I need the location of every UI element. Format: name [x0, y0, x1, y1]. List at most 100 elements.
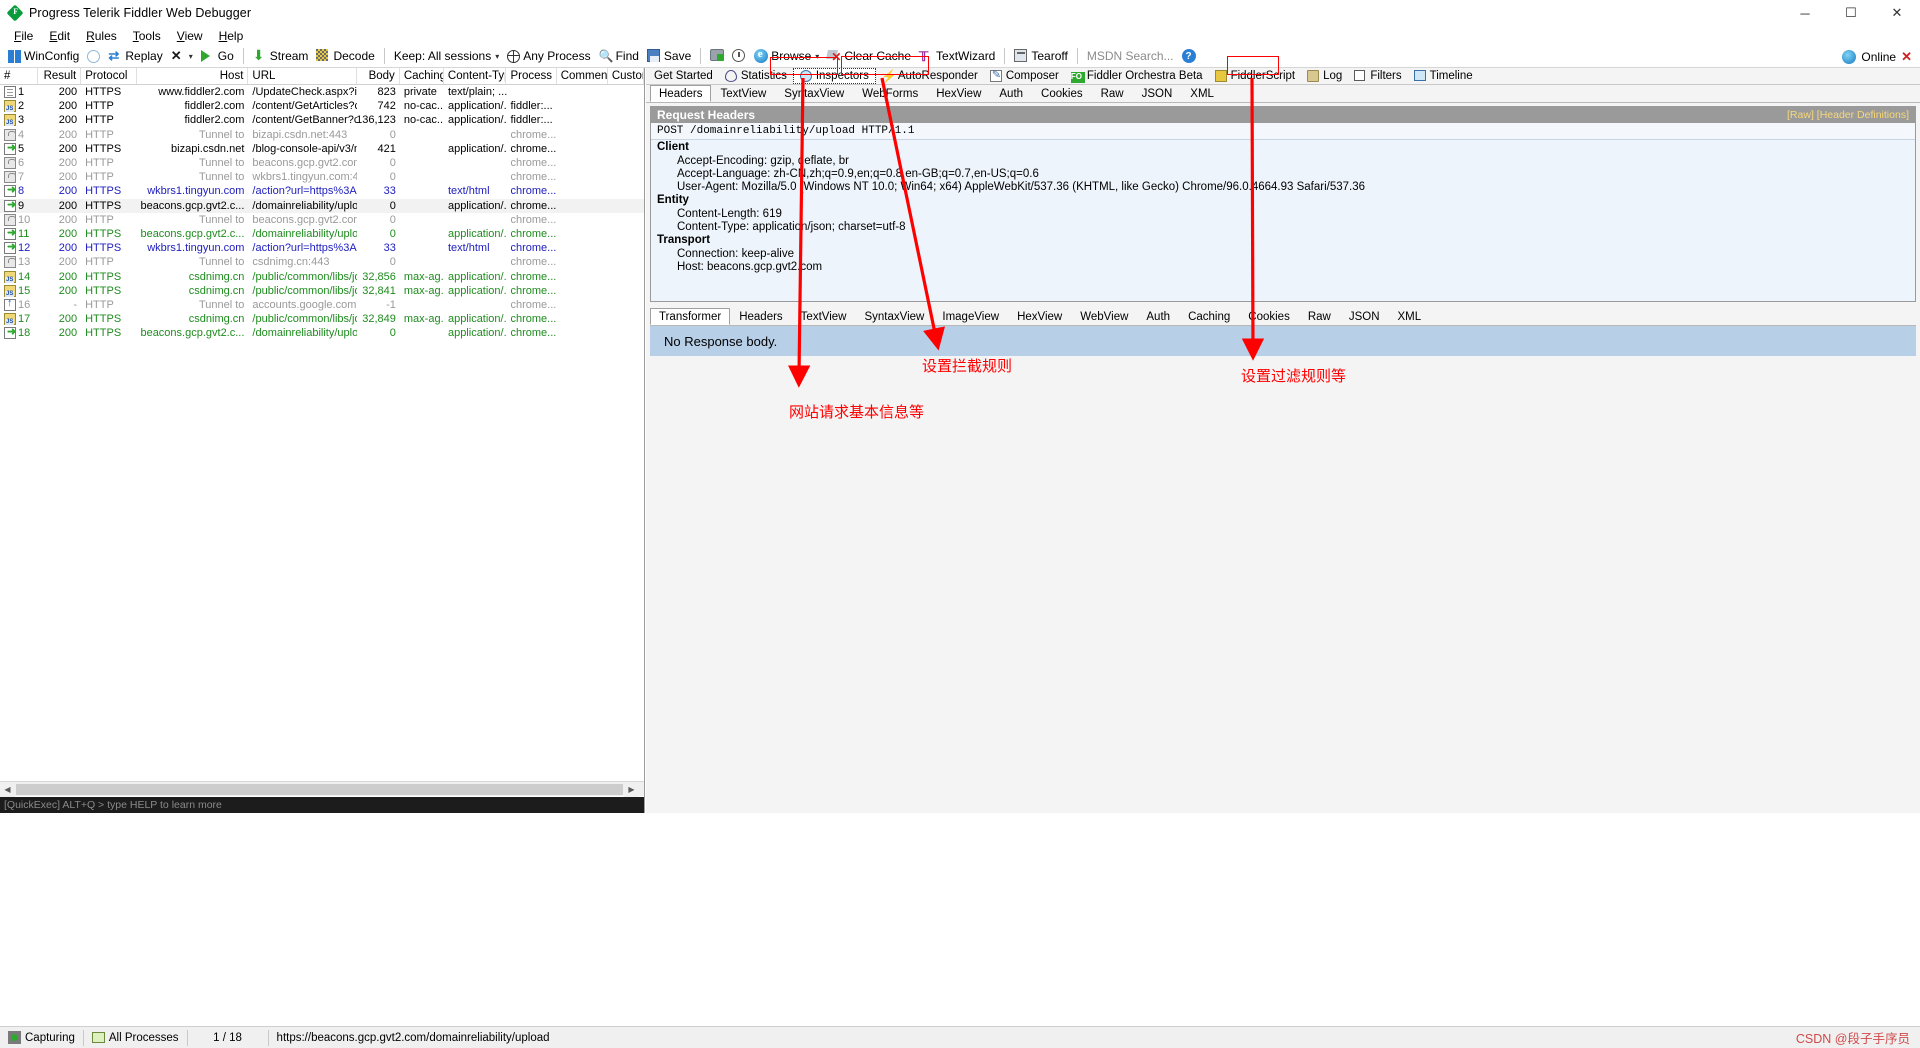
col-header-process[interactable]: Process: [506, 68, 557, 84]
maximize-icon[interactable]: ☐: [1828, 0, 1874, 26]
request-tab-cookies[interactable]: Cookies: [1032, 85, 1092, 102]
winconfig-button[interactable]: WinConfig: [4, 46, 83, 67]
screenshot-button[interactable]: [706, 46, 728, 67]
response-tab-hexview[interactable]: HexView: [1008, 308, 1071, 325]
table-row[interactable]: 4 200 HTTP Tunnel to bizapi.csdn.net:443 0 chr…: [0, 128, 644, 142]
find-button[interactable]: 🔍 Find: [595, 46, 643, 67]
table-row[interactable]: 15 200 HTTPS csdnimg.cn/public/common/libs/…: [0, 284, 644, 298]
response-tab-raw[interactable]: Raw: [1299, 308, 1340, 325]
response-tab-transformer[interactable]: Transformer: [650, 308, 731, 325]
sessions-horizontal-scrollbar[interactable]: ◀ ▶: [0, 781, 644, 797]
request-tab-json[interactable]: JSON: [1133, 85, 1182, 102]
response-tab-caching[interactable]: Caching: [1179, 308, 1239, 325]
col-header-host[interactable]: Host: [137, 68, 249, 84]
remove-button[interactable]: ✕ ▾: [167, 46, 197, 67]
response-tab-imageview[interactable]: ImageView: [933, 308, 1008, 325]
menu-help[interactable]: Help: [211, 27, 252, 45]
col-header-content-type[interactable]: Content-Type: [444, 68, 507, 84]
any-process-button[interactable]: Any Process: [503, 46, 594, 67]
menu-rules[interactable]: Rules: [78, 27, 125, 45]
request-tab-headers[interactable]: Headers: [650, 85, 712, 102]
request-tab-xml[interactable]: XML: [1181, 85, 1223, 102]
tearoff-button[interactable]: Tearoff: [1010, 46, 1071, 67]
request-tab-hexview[interactable]: HexView: [927, 85, 990, 102]
col-header-body[interactable]: Body: [357, 68, 400, 84]
response-tab-textview[interactable]: TextView: [792, 308, 856, 325]
close-icon[interactable]: ✕: [1874, 0, 1920, 26]
replay-button[interactable]: ⇄ Replay: [104, 46, 166, 67]
tab-log[interactable]: Log: [1301, 68, 1349, 84]
table-row[interactable]: 13 200 HTTP Tunnel to csdnimg.cn:443 0 chrome.…: [0, 255, 644, 269]
tab-fiddler-orchestra-beta[interactable]: FO Fiddler Orchestra Beta: [1064, 68, 1209, 84]
response-tab-json[interactable]: JSON: [1340, 308, 1389, 325]
quickexec-box[interactable]: [QuickExec] ALT+Q > type HELP to learn m…: [0, 797, 644, 813]
col-header-result[interactable]: Result: [38, 68, 82, 84]
tab-autoresponder[interactable]: ⚡ AutoResponder: [875, 68, 984, 84]
textwizard-button[interactable]: 𝕋 TextWizard: [915, 46, 999, 67]
scroll-left-icon[interactable]: ◀: [0, 781, 15, 797]
table-row[interactable]: 14 200 HTTPS csdnimg.cn/public/common/libs/…: [0, 269, 644, 283]
table-row[interactable]: 7 200 HTTP Tunnel to wkbrs1.tingyun.com:443 0…: [0, 170, 644, 184]
menu-view[interactable]: View: [169, 27, 211, 45]
tab-timeline[interactable]: Timeline: [1407, 68, 1479, 84]
request-tab-auth[interactable]: Auth: [990, 85, 1032, 102]
response-tab-xml[interactable]: XML: [1389, 308, 1431, 325]
table-row[interactable]: 16 -HTTP Tunnel to accounts.google.com:443 -…: [0, 298, 644, 312]
table-row[interactable]: 3 200 HTTP fiddler2.com/content/GetBanner?c…: [0, 113, 644, 127]
tab-filters[interactable]: Filters: [1348, 68, 1408, 84]
bubble-button[interactable]: [83, 46, 104, 67]
request-tab-syntaxview[interactable]: SyntaxView: [775, 85, 853, 102]
menu-file[interactable]: File: [6, 27, 41, 45]
scroll-right-icon[interactable]: ▶: [624, 781, 639, 797]
col-header-caching[interactable]: Caching: [400, 68, 444, 84]
online-close-icon[interactable]: ✕: [1901, 49, 1912, 65]
status-capturing[interactable]: Capturing: [0, 1027, 83, 1048]
decode-button[interactable]: Decode: [312, 46, 378, 67]
save-button[interactable]: Save: [643, 46, 695, 67]
table-row[interactable]: 12 200 HTTPS wkbrs1.tingyun.com/action?url=…: [0, 241, 644, 255]
browse-button[interactable]: Browse ▾: [750, 46, 823, 67]
msdn-search-input[interactable]: MSDN Search...: [1083, 46, 1178, 67]
request-tab-textview[interactable]: TextView: [711, 85, 775, 102]
table-row[interactable]: 9 200 HTTPS beacons.gcp.gvt2.c... /domainrel…: [0, 198, 644, 213]
table-row[interactable]: 10 200 HTTP Tunnel to beacons.gcp.gvt2.com:4…: [0, 213, 644, 227]
table-row[interactable]: 17 200 HTTPS csdnimg.cn/public/common/libs/…: [0, 312, 644, 326]
tab-statistics[interactable]: Statistics: [718, 68, 793, 84]
request-tab-raw[interactable]: Raw: [1092, 85, 1133, 102]
col-header-url[interactable]: URL: [248, 68, 357, 84]
response-tab-auth[interactable]: Auth: [1137, 308, 1179, 325]
response-tab-headers[interactable]: Headers: [730, 308, 791, 325]
tab-fiddlerscript[interactable]: FiddlerScript: [1208, 68, 1302, 84]
table-row[interactable]: 8 200 HTTPS wkbrs1.tingyun.com/action?url=h…: [0, 184, 644, 198]
col-header-num[interactable]: #: [0, 68, 38, 84]
go-button[interactable]: Go: [197, 46, 238, 67]
clear-cache-button[interactable]: Clear Cache: [823, 46, 915, 67]
table-row[interactable]: 5 200 HTTPS bizapi.csdn.net/blog-console-ap…: [0, 142, 644, 156]
stream-button[interactable]: ⬇ Stream: [249, 46, 313, 67]
tab-get-started[interactable]: Get Started: [648, 68, 719, 84]
tab-composer[interactable]: Composer: [983, 68, 1065, 84]
table-row[interactable]: 1 200 HTTPS www.fiddler2.com/UpdateCheck.as…: [0, 85, 644, 99]
table-row[interactable]: 18 200 HTTPS beacons.gcp.gvt2.c... /domainre…: [0, 326, 644, 340]
response-tab-cookies[interactable]: Cookies: [1239, 308, 1299, 325]
table-row[interactable]: 6 200 HTTP Tunnel to beacons.gcp.gvt2.com:44…: [0, 156, 644, 170]
keep-sessions-dropdown[interactable]: Keep: All sessions ▾: [390, 46, 503, 67]
col-header-comments[interactable]: Comments: [557, 68, 608, 84]
status-processes[interactable]: All Processes: [84, 1027, 187, 1048]
col-header-protocol[interactable]: Protocol: [81, 68, 137, 84]
menu-tools[interactable]: Tools: [125, 27, 169, 45]
col-header-custom[interactable]: Custom: [608, 68, 644, 84]
scrollbar-thumb[interactable]: [16, 783, 623, 795]
table-row[interactable]: 11 200 HTTPS beacons.gcp.gvt2.c... /domainre…: [0, 227, 644, 241]
timer-button[interactable]: [728, 46, 750, 67]
response-tab-webview[interactable]: WebView: [1071, 308, 1137, 325]
minimize-icon[interactable]: ─: [1782, 0, 1828, 26]
tab-inspectors[interactable]: Inspectors: [792, 68, 876, 84]
help-button[interactable]: ?: [1178, 46, 1200, 67]
table-row[interactable]: 2 200 HTTP fiddler2.com/content/GetArticles…: [0, 99, 644, 113]
response-tab-syntaxview[interactable]: SyntaxView: [855, 308, 933, 325]
menu-edit[interactable]: Edit: [41, 27, 78, 45]
request-headers-links[interactable]: [Raw] [Header Definitions]: [1787, 109, 1909, 121]
request-tab-webforms[interactable]: WebForms: [853, 85, 927, 102]
online-status[interactable]: Online ✕: [1842, 45, 1912, 68]
